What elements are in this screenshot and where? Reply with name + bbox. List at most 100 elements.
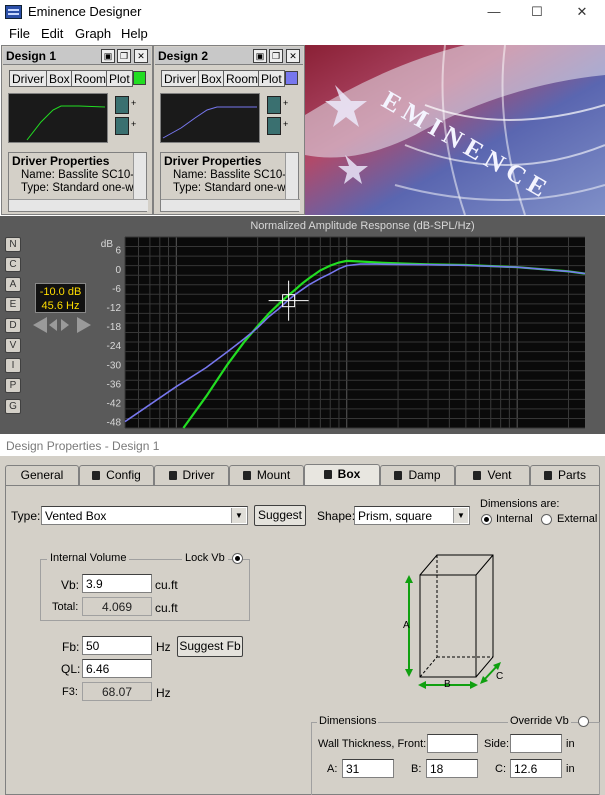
tab-vent[interactable]: Vent	[455, 465, 530, 485]
save-icon[interactable]: ▣	[253, 49, 267, 63]
tab-icon	[242, 471, 251, 480]
dimensions-are-label: Dimensions are:	[480, 498, 560, 510]
maximize-button[interactable]: ☐	[527, 4, 547, 20]
tab-icon	[323, 470, 332, 479]
design-2-color-swatch[interactable]	[285, 71, 298, 85]
tab-box-props[interactable]: Box	[304, 464, 380, 486]
save-icon[interactable]: ▣	[101, 49, 115, 63]
speaker-icon[interactable]	[267, 96, 281, 114]
external-radio[interactable]	[541, 514, 552, 525]
close-button[interactable]: ✕	[572, 4, 592, 20]
shape-select-value: Prism, square	[358, 509, 433, 523]
tab-vent-label: Vent	[487, 468, 512, 482]
amplitude-response-chart[interactable]: 6 0 -6 -12 -18 -24 -30 -36 -42 -48 5 Hz 10 50 100 500…	[0, 216, 605, 434]
c-input[interactable]: 12.6	[510, 759, 562, 778]
menu-file[interactable]: File	[9, 26, 30, 41]
ql-input[interactable]: 6.46	[82, 659, 152, 678]
internal-radio[interactable]	[481, 514, 492, 525]
vertical-scrollbar[interactable]	[133, 153, 146, 199]
wall-front-input[interactable]	[427, 734, 478, 753]
tab-config[interactable]: Config	[79, 465, 154, 485]
x-tick-label: 5 Hz	[119, 433, 140, 434]
design-1-panel: Design 1 ▣ ❐ ✕ Driver Box Room Plot + + …	[1, 45, 153, 215]
design-1-mini-graph	[8, 93, 108, 143]
driver-type: Type: Standard one-way	[21, 182, 133, 194]
total-label: Total:	[52, 601, 79, 613]
tab-room[interactable]: Room	[223, 70, 262, 87]
suggest-fb-button[interactable]: Suggest Fb	[177, 636, 243, 657]
plus-icon[interactable]: +	[131, 98, 136, 108]
y-tick-label: 0	[115, 265, 121, 276]
chevron-down-icon[interactable]: ▼	[453, 508, 468, 523]
plus-icon[interactable]: +	[283, 98, 288, 108]
menu-edit[interactable]: Edit	[41, 26, 63, 41]
x-tick-label: 500	[458, 433, 475, 434]
override-vb-label: Override Vb	[508, 715, 571, 727]
chevron-down-icon[interactable]: ▼	[231, 508, 246, 523]
tab-general[interactable]: General	[5, 465, 79, 485]
vertical-scrollbar[interactable]	[285, 153, 298, 199]
x-tick-label: 100	[338, 433, 355, 434]
x-tick-label: 50	[290, 433, 302, 434]
override-vb-radio[interactable]	[578, 716, 589, 727]
tab-damp[interactable]: Damp	[380, 465, 455, 485]
menu-graph[interactable]: Graph	[75, 26, 111, 41]
tab-driver[interactable]: Driver	[9, 70, 47, 87]
chart-grid	[124, 236, 585, 429]
copy-icon[interactable]: ❐	[117, 49, 131, 63]
vb-input[interactable]: 3.9	[82, 574, 152, 593]
tab-driver-props[interactable]: Driver	[154, 465, 229, 485]
speaker-icons[interactable]: + +	[115, 96, 143, 138]
total-value: 4.069	[82, 597, 152, 616]
design-1-color-swatch[interactable]	[133, 71, 146, 85]
speaker-icon[interactable]	[115, 96, 129, 114]
shape-select[interactable]: Prism, square ▼	[354, 506, 470, 525]
tab-driver[interactable]: Driver	[161, 70, 199, 87]
mini-response-curve	[26, 105, 106, 141]
shape-label: Shape:	[317, 509, 356, 523]
tab-parts-label: Parts	[557, 468, 586, 482]
speaker-icon[interactable]	[115, 117, 129, 135]
menu-help[interactable]: Help	[121, 26, 148, 41]
tab-box[interactable]: Box	[198, 70, 225, 87]
tab-parts[interactable]: Parts	[530, 465, 600, 485]
x-tick-label: 2000	[557, 433, 580, 434]
external-label: External	[557, 513, 598, 525]
tab-icon	[394, 471, 403, 480]
horizontal-scrollbar[interactable]	[161, 199, 300, 211]
lock-vb-radio[interactable]	[232, 553, 243, 564]
tab-config-label: Config	[106, 468, 141, 482]
suggest-button[interactable]: Suggest	[254, 505, 306, 526]
tab-mount[interactable]: Mount	[229, 465, 304, 485]
speaker-icons[interactable]: + +	[267, 96, 295, 138]
tab-plot[interactable]: Plot	[106, 70, 133, 87]
internal-volume-label: Internal Volume	[47, 552, 130, 564]
type-select[interactable]: Vented Box ▼	[41, 506, 248, 525]
speaker-icon[interactable]	[267, 117, 281, 135]
close-icon[interactable]: ✕	[134, 49, 148, 63]
type-select-value: Vented Box	[45, 509, 107, 523]
driver-properties-box: Driver Properties Name: Basslite SC10-16…	[160, 152, 300, 212]
dim-unit: in	[566, 763, 575, 775]
tab-plot[interactable]: Plot	[258, 70, 285, 87]
plus-icon[interactable]: +	[131, 119, 136, 129]
y-tick-label: -48	[107, 418, 122, 429]
tab-box[interactable]: Box	[46, 70, 73, 87]
box-label-b: B	[444, 679, 451, 690]
horizontal-scrollbar[interactable]	[9, 199, 148, 211]
type-label: Type:	[11, 509, 41, 523]
fb-input[interactable]: 50	[82, 636, 152, 655]
close-icon[interactable]: ✕	[286, 49, 300, 63]
tab-icon	[473, 471, 482, 480]
plus-icon[interactable]: +	[283, 119, 288, 129]
wall-side-input[interactable]	[510, 734, 562, 753]
copy-icon[interactable]: ❐	[269, 49, 283, 63]
b-label: B:	[411, 763, 422, 775]
tab-room[interactable]: Room	[71, 70, 110, 87]
minimize-button[interactable]: —	[484, 4, 504, 20]
tab-icon	[92, 471, 101, 480]
b-input[interactable]: 18	[426, 759, 478, 778]
ql-label: QL:	[61, 662, 81, 676]
y-tick-label: -6	[112, 284, 121, 295]
a-input[interactable]: 31	[342, 759, 394, 778]
